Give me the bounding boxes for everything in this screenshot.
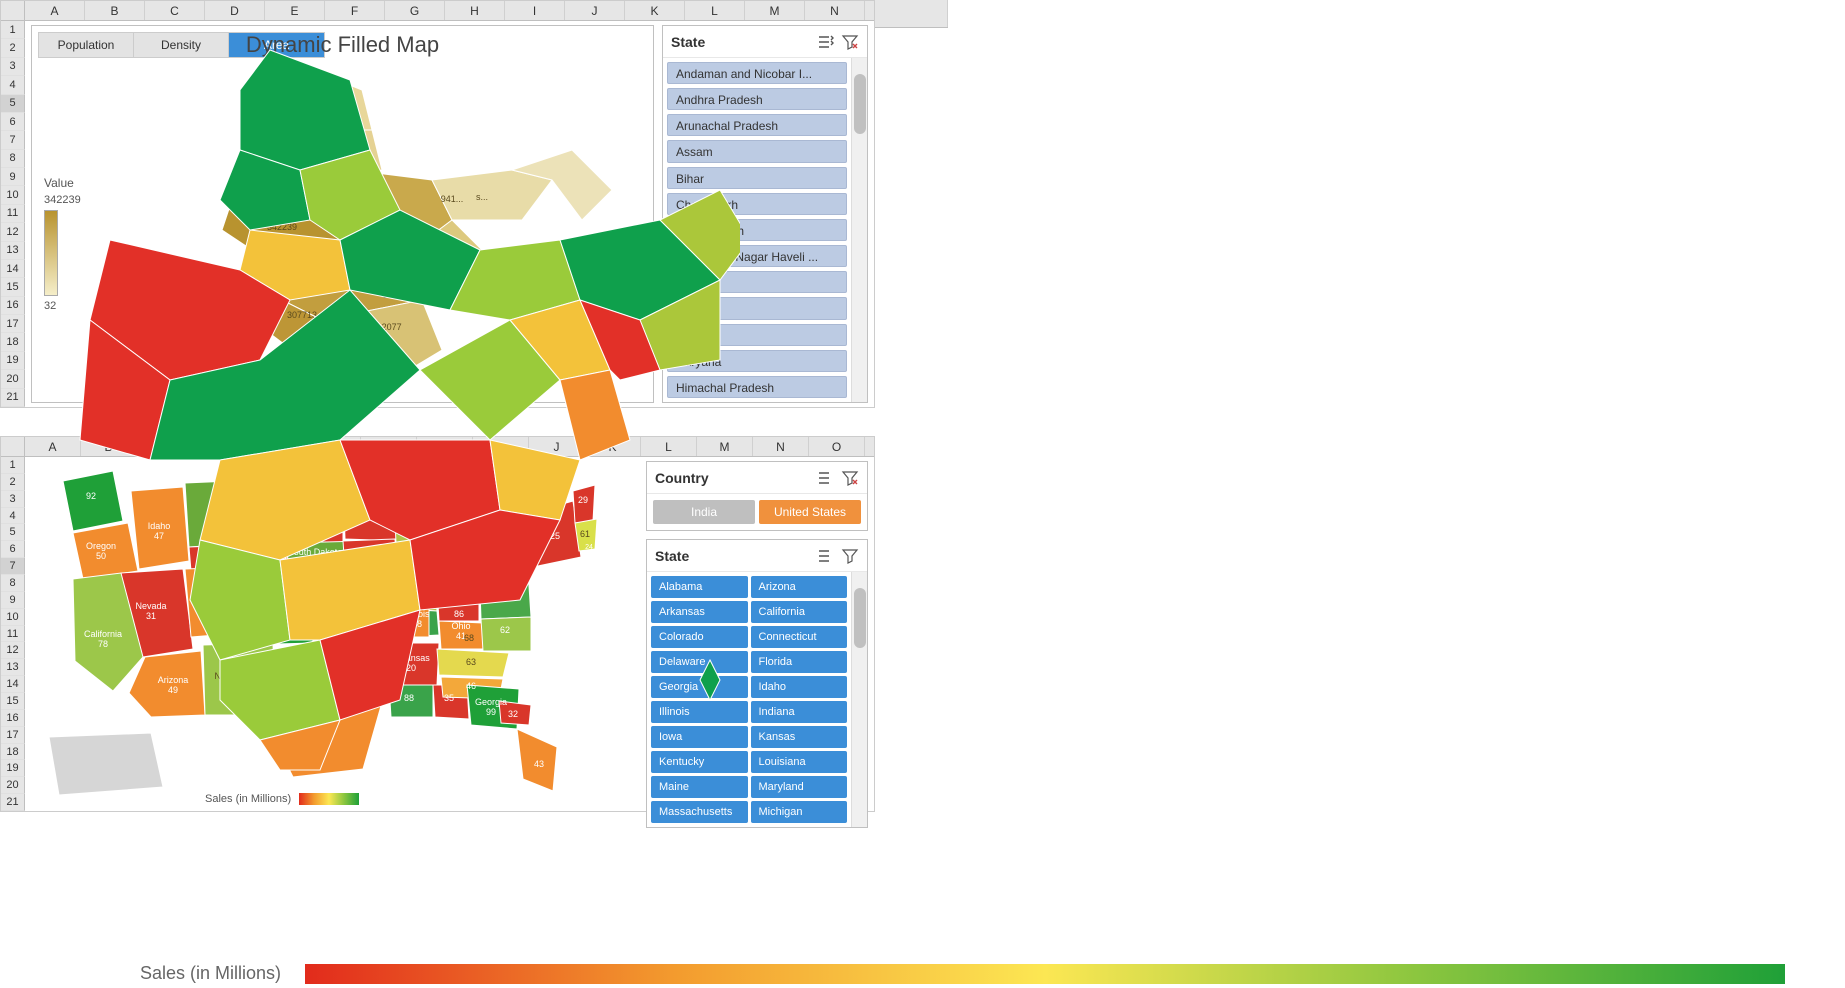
slicer-item[interactable]: California [751,601,848,623]
row-header[interactable]: 4 [1,508,25,525]
slicer-scrollbar[interactable] [851,572,867,827]
row-header[interactable]: 14 [1,260,25,278]
row-header[interactable]: 5 [1,95,25,113]
row-header[interactable]: 19 [1,352,25,370]
column-header[interactable]: M [745,1,805,20]
column-header[interactable]: C [145,1,205,20]
row-header[interactable]: 17 [1,727,25,744]
row-header[interactable]: 13 [1,242,25,260]
column-header[interactable]: J [565,1,625,20]
row-header[interactable]: 20 [1,777,25,794]
row-header[interactable]: 10 [1,186,25,204]
row-header[interactable]: 3 [1,491,25,508]
row-headers: 123456789101112131415161718192021 [1,21,25,407]
slicer-item[interactable]: Idaho [751,676,848,698]
legend-label: Sales (in Millions) [205,793,291,805]
row-header[interactable]: 14 [1,676,25,693]
multi-select-icon[interactable] [817,547,835,565]
column-header[interactable]: N [753,437,809,456]
scrollbar-thumb[interactable] [854,74,866,134]
row-header[interactable]: 13 [1,659,25,676]
row-header[interactable]: 19 [1,760,25,777]
row-header[interactable]: 16 [1,297,25,315]
slicer-item[interactable]: Arizona [751,576,848,598]
slicer-item[interactable]: Maryland [751,776,848,798]
sales-legend: Sales (in Millions) [140,963,1785,984]
clear-filter-icon[interactable] [841,547,859,565]
row-header[interactable]: 11 [1,626,25,643]
row-header[interactable]: 6 [1,541,25,558]
column-header[interactable]: O [809,437,865,456]
column-header[interactable]: B [85,1,145,20]
select-all-corner[interactable] [1,437,25,457]
row-header[interactable]: 9 [1,168,25,186]
row-header[interactable]: 18 [1,744,25,761]
slicer-item[interactable]: Massachusetts [651,801,748,823]
row-header[interactable]: 3 [1,58,25,76]
row-header[interactable]: 18 [1,333,25,351]
row-headers: 123456789101112131415161718192021 [1,457,25,811]
clear-filter-icon[interactable] [841,33,859,51]
row-header[interactable]: 21 [1,389,25,407]
slicer-item[interactable]: Louisiana [751,751,848,773]
column-header[interactable]: L [685,1,745,20]
row-header[interactable]: 2 [1,474,25,491]
row-header[interactable]: 16 [1,710,25,727]
clear-filter-icon[interactable] [841,469,859,487]
column-header[interactable]: A [25,1,85,20]
column-header[interactable]: H [445,1,505,20]
row-header[interactable]: 7 [1,131,25,149]
row-header[interactable]: 20 [1,370,25,388]
row-header[interactable]: 9 [1,592,25,609]
row-header[interactable]: 12 [1,642,25,659]
row-header[interactable]: 1 [1,21,25,39]
column-header[interactable]: N [805,1,865,20]
row-header[interactable]: 15 [1,693,25,710]
row-header[interactable]: 10 [1,609,25,626]
slicer-scrollbar[interactable] [851,58,867,402]
row-header[interactable]: 21 [1,794,25,811]
row-header[interactable]: 8 [1,575,25,592]
slicer-item[interactable]: Florida [751,651,848,673]
legend-label: Sales (in Millions) [140,963,281,984]
legend-gradient [299,793,359,805]
select-all-corner[interactable] [1,1,25,21]
row-header[interactable]: 12 [1,223,25,241]
country-us-button[interactable]: United States [759,500,861,524]
column-header[interactable]: F [325,1,385,20]
row-header[interactable]: 17 [1,315,25,333]
row-header[interactable]: 7 [1,558,25,575]
column-header[interactable]: E [265,1,325,20]
row-header[interactable]: 1 [1,457,25,474]
column-headers: ABCDEFGHIJKLMN [1,1,874,21]
row-header[interactable]: 2 [1,39,25,57]
row-header[interactable]: 5 [1,524,25,541]
column-header[interactable]: G [385,1,445,20]
slicer-item[interactable]: Michigan [751,801,848,823]
row-header[interactable]: 15 [1,278,25,296]
slicer-item[interactable]: Indiana [751,701,848,723]
slicer-item[interactable]: Kansas [751,726,848,748]
slicer-item[interactable]: Connecticut [751,626,848,648]
row-header[interactable]: 8 [1,150,25,168]
row-header[interactable]: 11 [1,205,25,223]
india-map [40,40,740,780]
column-header[interactable]: I [505,1,565,20]
scrollbar-thumb[interactable] [854,588,866,648]
column-header[interactable]: D [205,1,265,20]
column-header[interactable]: K [625,1,685,20]
row-header[interactable]: 4 [1,76,25,94]
multi-select-icon[interactable] [817,469,835,487]
sales-legend: Sales (in Millions) [205,793,359,805]
row-header[interactable]: 6 [1,113,25,131]
legend-gradient [305,964,1785,984]
multi-select-icon[interactable] [817,33,835,51]
